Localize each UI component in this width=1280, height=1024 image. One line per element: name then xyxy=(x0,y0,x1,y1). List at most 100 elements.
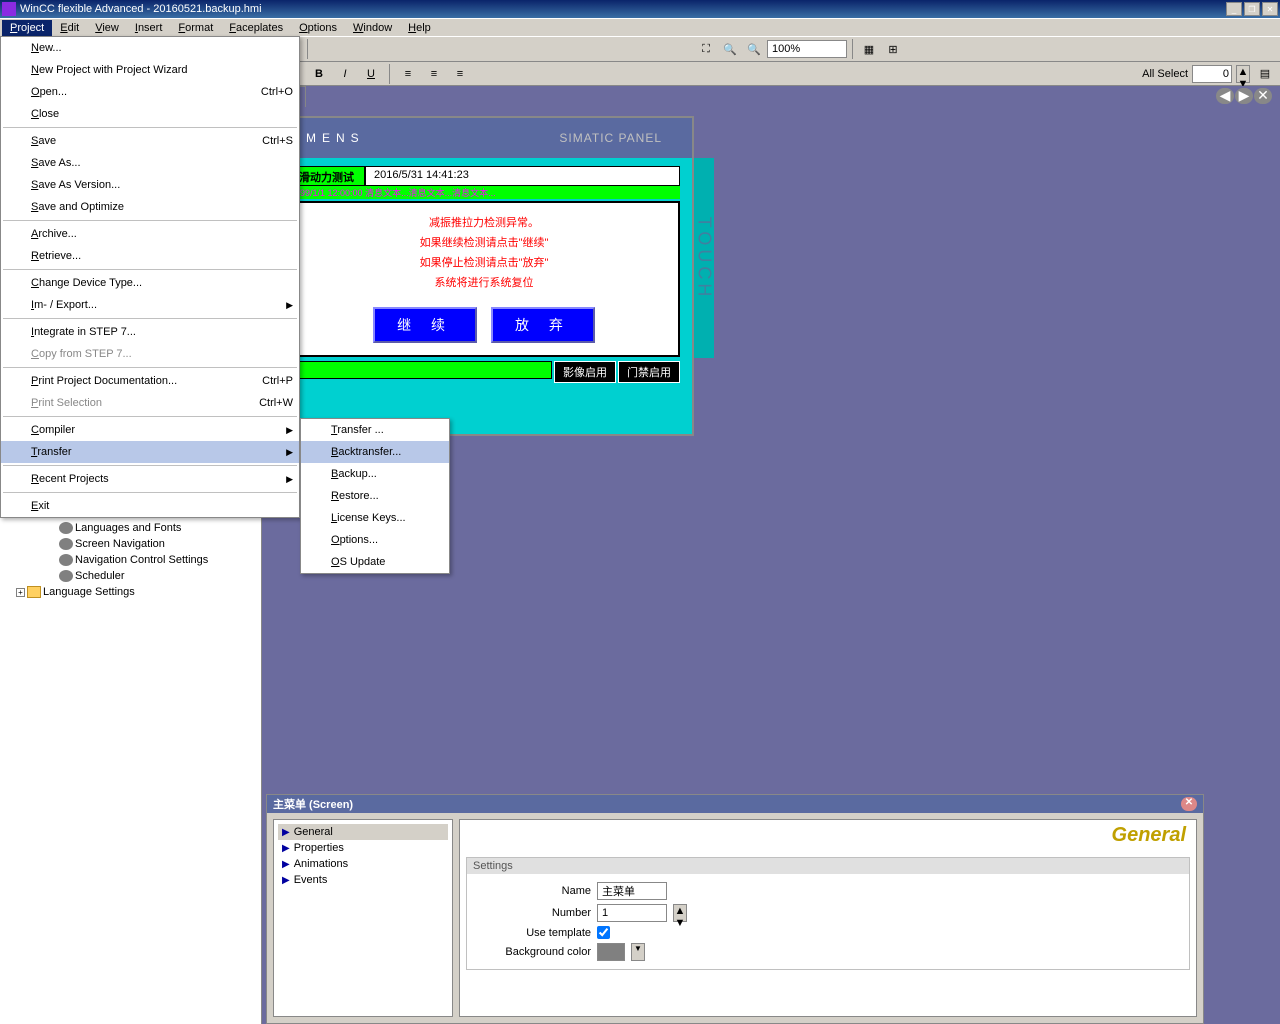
model-label: SIMATIC PANEL xyxy=(559,131,662,145)
menu-insert[interactable]: Insert xyxy=(127,20,171,36)
number-label: Number xyxy=(471,907,591,919)
menu-project[interactable]: Project xyxy=(2,20,52,36)
expander-icon[interactable]: + xyxy=(16,588,25,597)
menu-label: Change Device Type... xyxy=(31,277,293,289)
zoom-out-icon[interactable]: 🔍 xyxy=(719,38,741,60)
menu-item[interactable]: Integrate in STEP 7... xyxy=(1,321,299,343)
menu-item[interactable]: Transfer ... xyxy=(301,419,449,441)
abort-button[interactable]: 放 弃 xyxy=(491,307,595,343)
tree-item[interactable]: Navigation Control Settings xyxy=(2,552,259,568)
nav-next-icon[interactable]: ▶ xyxy=(1235,88,1253,104)
underline-icon[interactable]: U xyxy=(360,63,382,85)
num-spinner[interactable]: ▲▼ xyxy=(1236,65,1250,83)
menu-item[interactable]: Im- / Export...▶ xyxy=(1,294,299,316)
triangle-icon: ▶ xyxy=(282,875,290,886)
menu-item[interactable]: Archive... xyxy=(1,223,299,245)
app-icon xyxy=(2,2,16,16)
menu-view[interactable]: View xyxy=(87,20,127,36)
zoom-input[interactable] xyxy=(767,40,847,58)
menu-help[interactable]: Help xyxy=(400,20,439,36)
name-input[interactable] xyxy=(597,882,667,900)
template-checkbox[interactable] xyxy=(597,926,610,939)
menu-item[interactable]: Save and Optimize xyxy=(1,196,299,218)
menu-item[interactable]: Backtransfer... xyxy=(301,441,449,463)
hmi-panel: MENS SIMATIC PANEL 滑动力测试 2016/5/31 14:41… xyxy=(274,116,694,436)
menu-label: Open... xyxy=(31,86,255,98)
gear-icon xyxy=(59,522,73,534)
continue-button[interactable]: 继 续 xyxy=(373,307,477,343)
menu-label: Print Project Documentation... xyxy=(31,375,256,387)
menu-options[interactable]: Options xyxy=(291,20,345,36)
bgcolor-dropdown[interactable]: ▼ xyxy=(631,943,645,961)
gear-icon xyxy=(59,554,73,566)
menu-window[interactable]: Window xyxy=(345,20,400,36)
door-enable-button[interactable]: 门禁启用 xyxy=(618,361,680,383)
menu-item[interactable]: Open...Ctrl+O xyxy=(1,81,299,103)
menu-item[interactable]: SaveCtrl+S xyxy=(1,130,299,152)
menu-item[interactable]: OS Update xyxy=(301,551,449,573)
close-button[interactable]: ✕ xyxy=(1262,2,1278,16)
restore-button[interactable]: ❐ xyxy=(1244,2,1260,16)
menu-faceplates[interactable]: Faceplates xyxy=(221,20,291,36)
number-input[interactable] xyxy=(597,904,667,922)
menu-item[interactable]: New Project with Project Wizard xyxy=(1,59,299,81)
tree-label: Scheduler xyxy=(75,570,125,582)
align-right-icon[interactable]: ≡ xyxy=(449,63,471,85)
menu-label: Archive... xyxy=(31,228,293,240)
italic-icon[interactable]: I xyxy=(334,63,356,85)
props-close-icon[interactable]: ✕ xyxy=(1181,797,1197,811)
prop-nav-item[interactable]: ▶General xyxy=(278,824,448,840)
tree-item[interactable]: Languages and Fonts xyxy=(2,520,259,536)
menu-label: New... xyxy=(31,42,293,54)
menu-item[interactable]: License Keys... xyxy=(301,507,449,529)
bgcolor-swatch[interactable] xyxy=(597,943,625,961)
menu-item[interactable]: Compiler▶ xyxy=(1,419,299,441)
tree-item[interactable]: Screen Navigation xyxy=(2,536,259,552)
menu-item[interactable]: Save As Version... xyxy=(1,174,299,196)
align-left-icon[interactable]: ≡ xyxy=(397,63,419,85)
menu-item[interactable]: Change Device Type... xyxy=(1,272,299,294)
transfer-submenu[interactable]: Transfer ... Backtransfer... Backup...Rest… xyxy=(300,418,450,574)
titlebar: WinCC flexible Advanced - 20160521.backu… xyxy=(0,0,1280,18)
menu-label: Integrate in STEP 7... xyxy=(31,326,293,338)
menu-edit[interactable]: Edit xyxy=(52,20,87,36)
nav-prev-icon[interactable]: ◀ xyxy=(1216,88,1234,104)
layer-icon[interactable]: ▤ xyxy=(1254,63,1276,85)
menu-item[interactable]: Restore... xyxy=(301,485,449,507)
blank-icon xyxy=(7,106,25,122)
menu-label: Backtransfer... xyxy=(331,446,443,458)
zoom-fit-icon[interactable]: ⛶ xyxy=(695,38,717,60)
grid-icon[interactable]: ▦ xyxy=(858,38,880,60)
snap-icon[interactable]: ⊞ xyxy=(882,38,904,60)
tree-label: Language Settings xyxy=(43,586,135,598)
tree-item[interactable]: Scheduler xyxy=(2,568,259,584)
properties-panel: 主菜单 (Screen) ✕ ▶General▶Properties▶Anima… xyxy=(266,794,1204,1024)
prop-nav-item[interactable]: ▶Properties xyxy=(278,840,448,856)
bold-icon[interactable]: B xyxy=(308,63,330,85)
menu-item[interactable]: Print Project Documentation...Ctrl+P xyxy=(1,370,299,392)
minimize-button[interactable]: _ xyxy=(1226,2,1242,16)
menu-item[interactable]: New... xyxy=(1,37,299,59)
prop-nav-item[interactable]: ▶Animations xyxy=(278,856,448,872)
align-center-icon[interactable]: ≡ xyxy=(423,63,445,85)
menu-item[interactable]: Exit xyxy=(1,495,299,517)
menu-item[interactable]: Save As... xyxy=(1,152,299,174)
zoom-in-icon[interactable]: 🔍 xyxy=(743,38,765,60)
menu-item[interactable]: Retrieve... xyxy=(1,245,299,267)
menu-item[interactable]: Options... xyxy=(301,529,449,551)
menu-format[interactable]: Format xyxy=(170,20,221,36)
menu-label: Im- / Export... xyxy=(31,299,280,311)
menu-item[interactable]: Backup... xyxy=(301,463,449,485)
project-menu[interactable]: New...New Project with Project WizardOpe… xyxy=(0,36,300,518)
props-nav[interactable]: ▶General▶Properties▶Animations▶Events xyxy=(273,819,453,1017)
num-input[interactable] xyxy=(1192,65,1232,83)
prop-nav-item[interactable]: ▶Events xyxy=(278,872,448,888)
menu-item[interactable]: Recent Projects▶ xyxy=(1,468,299,490)
menu-item[interactable]: Close xyxy=(1,103,299,125)
tree-item[interactable]: + Language Settings xyxy=(2,584,259,600)
image-enable-button[interactable]: 影像启用 xyxy=(554,361,616,383)
nav-close-icon[interactable]: ✕ xyxy=(1254,88,1272,104)
menu-item[interactable]: Transfer▶ xyxy=(1,441,299,463)
menu-label: License Keys... xyxy=(331,512,443,524)
number-spinner[interactable]: ▲▼ xyxy=(673,904,687,922)
